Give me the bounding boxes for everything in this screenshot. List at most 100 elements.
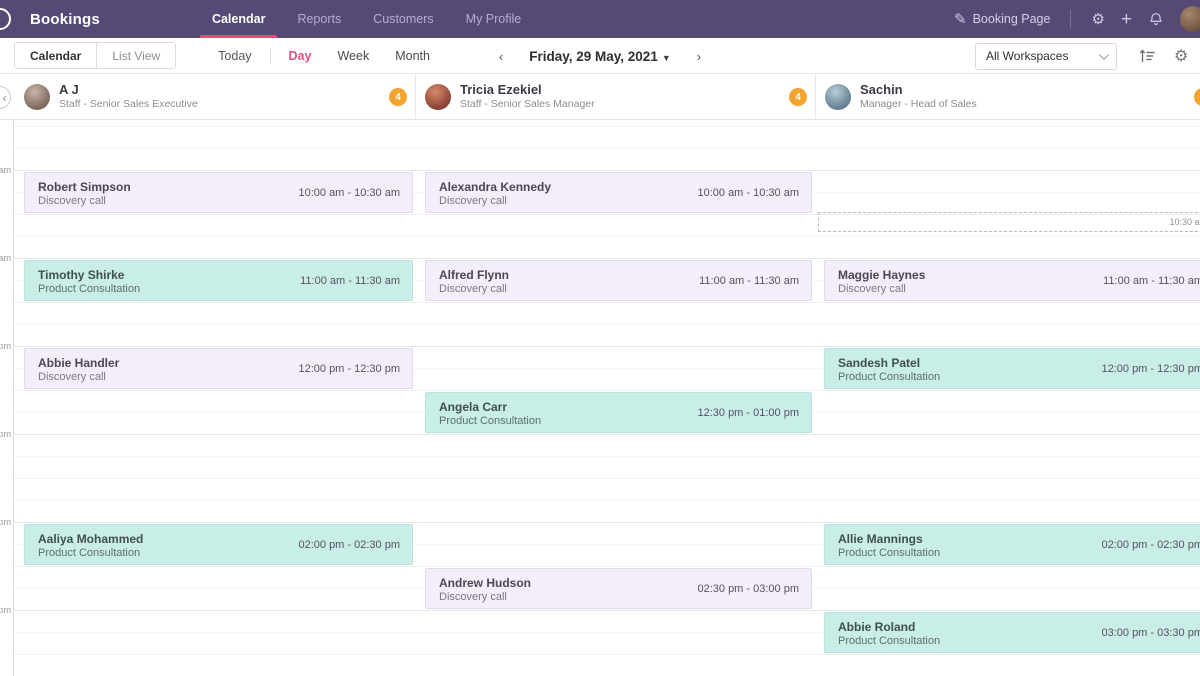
bookings-logo-icon xyxy=(0,8,11,30)
chevron-down-icon xyxy=(1099,50,1109,60)
time-label: 12:00 pm xyxy=(0,341,11,351)
grid-line xyxy=(14,258,1200,259)
appointment-card[interactable]: Timothy Shirke Product Consultation 11:0… xyxy=(24,260,413,301)
empty-slot-time: 10:30 am xyxy=(1169,217,1200,227)
today-button[interactable]: Today xyxy=(218,49,251,63)
grid-line xyxy=(14,324,1200,325)
staff-name: Tricia Ezekiel xyxy=(460,82,595,98)
toggle-calendar-view[interactable]: Calendar xyxy=(15,43,96,68)
time-label: 11:00 am xyxy=(0,253,11,263)
view-toggle: Calendar List View xyxy=(14,42,176,69)
appointment-card[interactable]: Abbie Handler Discovery call 12:00 pm - … xyxy=(24,348,413,389)
toolbar-separator xyxy=(270,48,271,64)
avatar xyxy=(425,84,451,110)
staff-header-row: A J Staff - Senior Sales Executive 4 Tri… xyxy=(0,74,1200,120)
appointment-time: 11:00 am - 11:30 am xyxy=(699,275,799,287)
staff-name: A J xyxy=(59,82,198,98)
staff-header-sachin[interactable]: Sachin Manager - Head of Sales 4 xyxy=(815,74,1200,120)
appointment-card[interactable]: Alfred Flynn Discovery call 11:00 am - 1… xyxy=(425,260,812,301)
booking-page-link[interactable]: ✎ Booking Page xyxy=(954,12,1050,27)
booking-page-label: Booking Page xyxy=(973,12,1051,26)
appointment-time: 02:00 pm - 02:30 pm xyxy=(298,539,400,551)
appointment-card[interactable]: Sandesh Patel Product Consultation 12:00… xyxy=(824,348,1200,389)
nav-reports[interactable]: Reports xyxy=(281,0,357,38)
user-avatar[interactable] xyxy=(1180,6,1200,32)
grid-line xyxy=(14,434,1200,435)
appointment-card[interactable]: Maggie Haynes Discovery call 11:00 am - … xyxy=(824,260,1200,301)
appointment-card[interactable]: Angela Carr Product Consultation 12:30 p… xyxy=(425,392,812,433)
current-date-dropdown[interactable]: Friday, 29 May, 2021 ▼ xyxy=(529,49,671,64)
workspace-select[interactable]: All Workspaces xyxy=(975,43,1117,70)
prev-day-icon[interactable]: ‹ xyxy=(499,49,503,64)
appointment-time: 11:00 am - 11:30 am xyxy=(1103,275,1200,287)
add-icon[interactable]: + xyxy=(1121,10,1132,29)
chevron-down-icon: ▼ xyxy=(662,53,671,63)
app-title: Bookings xyxy=(30,11,100,28)
appointment-card[interactable]: Abbie Roland Product Consultation 03:00 … xyxy=(824,612,1200,653)
appointment-time: 03:00 pm - 03:30 pm xyxy=(1101,627,1200,639)
grid-line xyxy=(14,302,1200,303)
appointment-card[interactable]: Allie Mannings Product Consultation 02:0… xyxy=(824,524,1200,565)
appointment-card[interactable]: Aaliya Mohammed Product Consultation 02:… xyxy=(24,524,413,565)
topbar-divider xyxy=(1070,10,1071,28)
appointment-time: 11:00 am - 11:30 am xyxy=(300,275,400,287)
top-bar: Bookings Calendar Reports Customers My P… xyxy=(0,0,1200,38)
nav-calendar[interactable]: Calendar xyxy=(196,0,282,38)
avatar xyxy=(825,84,851,110)
appointment-card[interactable]: Robert Simpson Discovery call 10:00 am -… xyxy=(24,172,413,213)
time-label: 02:00 pm xyxy=(0,517,11,527)
month-view-button[interactable]: Month xyxy=(395,49,430,63)
grid-line xyxy=(14,478,1200,479)
staff-header-aj[interactable]: A J Staff - Senior Sales Executive 4 xyxy=(14,74,415,120)
nav-my-profile[interactable]: My Profile xyxy=(450,0,538,38)
sort-list-icon[interactable] xyxy=(1139,48,1156,64)
settings-icon[interactable]: ⚙ xyxy=(1091,12,1104,27)
empty-slot-10-30[interactable]: 10:30 am xyxy=(818,212,1200,232)
calendar-settings-icon[interactable]: ⚙ xyxy=(1174,46,1200,66)
scroll-columns-left-button[interactable]: ‹ xyxy=(0,86,11,109)
toolbar-right: All Workspaces ⚙ xyxy=(975,38,1200,74)
appointment-time: 12:00 pm - 12:30 pm xyxy=(1101,363,1200,375)
bookings-app: Bookings Calendar Reports Customers My P… xyxy=(0,0,1200,676)
grid-line xyxy=(14,566,1200,567)
time-gutter: 10:00 am 11:00 am 12:00 pm 01:00 pm 02:0… xyxy=(0,120,14,676)
appointment-time: 10:00 am - 10:30 am xyxy=(697,187,799,199)
appointment-card[interactable]: Andrew Hudson Discovery call 02:30 pm - … xyxy=(425,568,812,609)
date-text: Friday, 29 May, 2021 xyxy=(529,49,658,64)
booking-count-badge[interactable]: 4 xyxy=(389,88,407,106)
grid-line xyxy=(14,148,1200,149)
grid-line xyxy=(14,610,1200,611)
appointment-time: 10:00 am - 10:30 am xyxy=(298,187,400,199)
calendar-grid[interactable]: Robert Simpson Discovery call 10:00 am -… xyxy=(0,120,1200,676)
week-view-button[interactable]: Week xyxy=(337,49,369,63)
grid-line xyxy=(14,522,1200,523)
pen-icon: ✎ xyxy=(954,12,967,27)
notifications-bell-icon[interactable] xyxy=(1148,11,1164,27)
grid-line xyxy=(14,456,1200,457)
time-label: 10:00 am xyxy=(0,165,11,175)
appointment-time: 12:30 pm - 01:00 pm xyxy=(697,407,799,419)
staff-role: Staff - Senior Sales Manager xyxy=(460,98,595,112)
toggle-list-view[interactable]: List View xyxy=(96,43,175,68)
booking-count-badge[interactable]: 4 xyxy=(789,88,807,106)
grid-line xyxy=(14,236,1200,237)
calendar-toolbar: Calendar List View Today Day Week Month … xyxy=(0,38,1200,74)
appointment-time: 02:00 pm - 02:30 pm xyxy=(1101,539,1200,551)
main-nav: Calendar Reports Customers My Profile xyxy=(196,0,537,38)
day-view-button[interactable]: Day xyxy=(289,49,312,63)
booking-count-badge[interactable]: 4 xyxy=(1194,88,1200,106)
staff-role: Manager - Head of Sales xyxy=(860,98,977,112)
avatar xyxy=(24,84,50,110)
time-label: 03:00 pm xyxy=(0,605,11,615)
grid-line xyxy=(14,654,1200,655)
staff-header-tricia[interactable]: Tricia Ezekiel Staff - Senior Sales Mana… xyxy=(415,74,815,120)
grid-line xyxy=(14,500,1200,501)
appointment-time: 12:00 pm - 12:30 pm xyxy=(298,363,400,375)
nav-customers[interactable]: Customers xyxy=(357,0,449,38)
time-label: 01:00 pm xyxy=(0,429,11,439)
next-day-icon[interactable]: › xyxy=(697,49,701,64)
topbar-actions: ✎ Booking Page ⚙ + xyxy=(954,0,1200,38)
staff-name: Sachin xyxy=(860,82,977,98)
appointment-card[interactable]: Alexandra Kennedy Discovery call 10:00 a… xyxy=(425,172,812,213)
grid-line xyxy=(14,346,1200,347)
